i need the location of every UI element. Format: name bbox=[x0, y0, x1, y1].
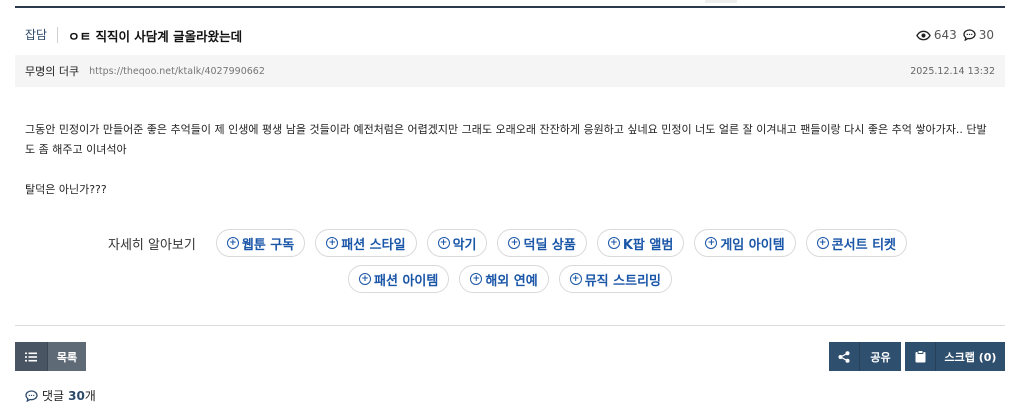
learn-more-row: 자세히 알아보기 + 웹툰 구독 + 패션 스타일 + 악기 + 덕딜 상품 + K팝 앨… bbox=[15, 228, 1005, 258]
post-title-row: 잡담 ㅇㅌ 직직이 사담계 글올라왔는데 643 30 bbox=[15, 18, 1005, 52]
plus-circle-icon: + bbox=[359, 273, 371, 285]
comment-bubble-icon bbox=[963, 29, 976, 41]
post-url[interactable]: https://theqoo.net/ktalk/4027990662 bbox=[89, 66, 265, 77]
chip-webtoon[interactable]: + 웹툰 구독 bbox=[215, 229, 306, 257]
post-category[interactable]: 잡담 bbox=[15, 27, 59, 43]
comment-bubble-icon bbox=[25, 389, 38, 402]
chip-overseas-ent[interactable]: + 해외 연예 bbox=[459, 265, 549, 293]
content-divider bbox=[15, 325, 1005, 326]
post-body: 그동안 민정이가 만들어준 좋은 추억들이 제 인생에 평생 남을 것들이라 예… bbox=[25, 120, 995, 200]
author-name: 무명의 더쿠 bbox=[25, 65, 80, 78]
plus-circle-icon: + bbox=[470, 273, 483, 285]
plus-circle-icon: + bbox=[508, 237, 521, 249]
share-icon bbox=[829, 342, 859, 371]
chip-concert-ticket[interactable]: + 콘서트 티켓 bbox=[805, 229, 907, 257]
chip-music-streaming[interactable]: + 뮤직 스트리밍 bbox=[558, 265, 672, 293]
plus-circle-icon: + bbox=[326, 237, 339, 249]
chip-fashion-item[interactable]: + 패션 아이템 bbox=[348, 265, 450, 293]
share-button[interactable]: 공유 bbox=[829, 342, 901, 371]
comments-label: 댓글 bbox=[42, 389, 65, 402]
eye-icon bbox=[915, 30, 931, 41]
comments-header: 댓글 30 개 bbox=[25, 387, 96, 402]
learn-more-section: 자세히 알아보기 + 웹툰 구독 + 패션 스타일 + 악기 + 덕딜 상품 + K팝 앨… bbox=[15, 228, 1005, 300]
learn-more-label: 자세히 알아보기 bbox=[108, 237, 196, 253]
comments-suffix: 개 bbox=[84, 389, 96, 402]
post-title: ㅇㅌ 직직이 사담계 글올라왔는데 bbox=[68, 28, 243, 44]
clipboard-icon bbox=[905, 342, 935, 371]
chip-kpop-album[interactable]: + K팝 앨범 bbox=[596, 229, 685, 257]
plus-circle-icon: + bbox=[816, 237, 829, 249]
plus-circle-icon: + bbox=[569, 273, 582, 285]
scrap-button-label: 스크랩 (0) bbox=[935, 342, 1005, 371]
post-meta: 무명의 더쿠 https://theqoo.net/ktalk/40279906… bbox=[15, 55, 1005, 87]
chip-fan-goods[interactable]: + 덕딜 상품 bbox=[497, 229, 587, 257]
plus-circle-icon: + bbox=[226, 237, 239, 249]
header-rule bbox=[15, 6, 1005, 8]
chip-fashion-style[interactable]: + 패션 스타일 bbox=[315, 229, 417, 257]
share-button-label: 공유 bbox=[859, 342, 901, 371]
chip-game-item[interactable]: + 게임 아이템 bbox=[694, 229, 796, 257]
list-button-label: 목록 bbox=[47, 342, 86, 371]
plus-circle-icon: + bbox=[607, 237, 620, 249]
plus-circle-icon: + bbox=[437, 237, 450, 249]
top-tab-indicator bbox=[705, 0, 737, 3]
post-paragraph: 그동안 민정이가 만들어준 좋은 추억들이 제 인생에 평생 남을 것들이라 예… bbox=[25, 123, 987, 156]
list-button[interactable]: 목록 bbox=[15, 342, 86, 371]
comments-count: 30 bbox=[68, 388, 85, 402]
view-count: 643 bbox=[933, 28, 957, 42]
plus-circle-icon: + bbox=[705, 237, 718, 249]
chip-instrument[interactable]: + 악기 bbox=[426, 229, 488, 257]
list-icon bbox=[15, 342, 47, 371]
learn-more-row: + 패션 아이템 + 해외 연예 + 뮤직 스트리밍 bbox=[15, 264, 1005, 294]
post-date: 2025.12.14 13:32 bbox=[910, 65, 995, 77]
comment-count: 30 bbox=[978, 28, 994, 42]
post-stats: 643 30 bbox=[915, 28, 1005, 42]
scrap-button[interactable]: 스크랩 (0) bbox=[905, 342, 1005, 371]
post-paragraph: 탈덕은 아닌가??? bbox=[25, 183, 107, 196]
